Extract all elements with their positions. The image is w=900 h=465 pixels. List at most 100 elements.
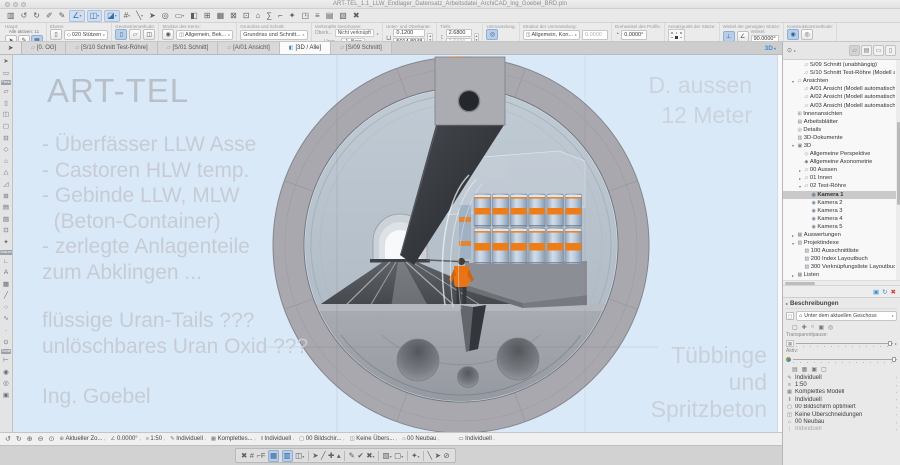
dropdown[interactable]: ◫Allgemein, Bek...▸ — [176, 30, 233, 40]
project-chooser-icon[interactable]: ⊙ — [787, 47, 792, 54]
home-story-icon[interactable]: ⌂ — [254, 10, 263, 22]
save-view-icon[interactable]: ▣ — [873, 288, 879, 296]
quick-option-row[interactable]: ✎Individuell› — [786, 374, 897, 381]
panel-toggle-icon[interactable]: ▥ — [5, 10, 17, 22]
grid-icon[interactable]: # — [250, 451, 254, 460]
snap-guides-icon[interactable]: ◫▾ — [87, 10, 103, 22]
tree-item[interactable]: ◇Allgemeine Perspektive — [783, 150, 900, 158]
mode-icon-button[interactable]: ◎ — [801, 29, 813, 40]
project-map-icon[interactable]: ▱ — [849, 45, 860, 56]
tree-hscrollbar[interactable] — [783, 280, 900, 285]
tool-section-icon[interactable]: ⊢ — [3, 355, 9, 367]
arrange-icon[interactable]: ▧ — [337, 10, 349, 22]
tree-item[interactable]: ▤Arbeitsblätter — [783, 118, 900, 126]
mode-icon-button[interactable]: ▯ — [115, 29, 127, 40]
linked-story-row[interactable]: Oberk...Nicht verknüpft▸ — [315, 29, 379, 37]
value-field[interactable]: 0.0000° — [621, 30, 647, 40]
cursor-icon[interactable]: ➤ — [312, 451, 318, 460]
tool-point-icon[interactable]: · — [5, 325, 7, 337]
dropdown[interactable]: ◇020 Stützen▸ — [64, 30, 108, 40]
tool-slab-icon[interactable]: ◇ — [4, 144, 9, 156]
snap-options-icon[interactable]: ◫▾ — [295, 451, 304, 460]
marquee-tool-icon[interactable]: ▭▾ — [173, 10, 187, 22]
layout-d-icon[interactable]: ▢ — [821, 366, 827, 373]
delete-view-icon[interactable]: ✖ — [891, 288, 896, 296]
add-point-icon[interactable]: ✚ — [328, 451, 334, 460]
quick-option-row[interactable]: ▦Komplettes Modell› — [786, 389, 897, 396]
tool-fill-icon[interactable]: ▩ — [3, 279, 9, 291]
tool-morph-icon[interactable]: ◿ — [4, 179, 9, 191]
tool-stair-icon[interactable]: ⊞ — [3, 191, 8, 203]
dropdown[interactable]: ◫Allgemein, Kon...▸ — [523, 30, 580, 40]
tree-item[interactable]: ▱S/09 Schnitt (unabhängig) — [783, 61, 900, 69]
quick-option-row[interactable]: ◫Keine Überschneidungen› — [786, 411, 897, 418]
tool-shell-icon[interactable]: △ — [4, 167, 9, 179]
measure-icon[interactable]: ⌐ — [276, 10, 285, 22]
slash-icon[interactable]: ╲ — [428, 451, 433, 460]
anchor-point-grid[interactable] — [668, 29, 686, 42]
quick-option-row[interactable]: ▢00 Bildschirm optimiert› — [786, 404, 897, 411]
tool-mesh-icon[interactable]: ▨ — [3, 214, 9, 226]
statusbar-entry[interactable]: ‖Individuell› — [261, 436, 294, 442]
model-viewport[interactable]: ▪▪▪▪ ART-TEL - Überfässer LLW Asse- Cast… — [13, 55, 782, 432]
snap-points-icon[interactable]: ◪▾ — [104, 10, 120, 22]
dropdown[interactable]: Grundriss und Schnitt...▸ — [240, 30, 308, 40]
tool-elevation-icon[interactable]: ◉ — [3, 367, 9, 379]
tree-item[interactable]: ▾▣3D — [783, 142, 900, 150]
value-field[interactable]: 90.0000° — [751, 35, 779, 42]
tab-5[interactable]: ◧[3D / Alle] — [280, 42, 331, 54]
tree-item[interactable]: ▾▱02 Test-Röhre — [783, 182, 900, 190]
coords-icon[interactable]: ▥ — [282, 450, 293, 462]
tool-marquee-icon[interactable]: ▭ — [3, 68, 9, 80]
tree-item[interactable]: ▱A/02 Ansicht (Modell automatisch wieder… — [783, 93, 900, 101]
tree-item[interactable]: ◉Kamera 2 — [783, 199, 900, 207]
fit-view-icon[interactable]: ⊙ — [49, 435, 55, 443]
refresh-view-icon[interactable]: ↻ — [882, 288, 887, 296]
confirm-icon[interactable]: ✔ — [357, 451, 363, 460]
value-field[interactable]: 0.0000 — [582, 30, 608, 40]
tree-item[interactable]: ▨300 Verknüpfungsliste Layoutbuch — [783, 263, 900, 271]
copy-icon[interactable]: ▣ — [818, 324, 824, 331]
statusbar-entry[interactable]: ▢00 Bildschir...› — [299, 436, 344, 442]
active-color-icon[interactable] — [786, 357, 791, 362]
quick-option-row[interactable]: ≡1:50› — [786, 381, 897, 388]
ghost-frame-icon[interactable]: ▢ — [792, 324, 798, 331]
view-chooser-button[interactable]: 3D ▾ — [759, 42, 782, 54]
descriptions-section[interactable]: ▸ Beschreibungen — [786, 299, 897, 309]
transparency-slider[interactable] — [796, 340, 893, 348]
groups-icon[interactable]: ◳ — [299, 10, 311, 22]
tree-item[interactable]: ◉Kamera 3 — [783, 207, 900, 215]
tree-item[interactable]: ◉Kamera 5 — [783, 223, 900, 231]
trowel-mode-button[interactable]: ▦ — [31, 35, 43, 42]
mode-icon-button[interactable]: ◎ — [486, 29, 498, 40]
relative-coords-icon[interactable]: ⌐F — [256, 451, 265, 460]
tool-object-icon[interactable]: ✦ — [3, 237, 8, 249]
tracker-icon[interactable]: ▦ — [268, 450, 279, 462]
tree-item[interactable]: ▱A/01 Ansicht (Modell automatisch wieder… — [783, 85, 900, 93]
tool-detail-icon[interactable]: ▣ — [3, 390, 9, 402]
cancel-icon[interactable]: ✖ — [241, 451, 247, 460]
zoom-out-icon[interactable]: ⊖ — [38, 435, 44, 443]
layout-map-icon[interactable]: ▭ — [873, 45, 884, 56]
tree-item[interactable]: ▸▦Listen — [783, 271, 900, 279]
tree-item[interactable]: ▨100 Ausschnittliste — [783, 247, 900, 255]
tree-item[interactable]: ▱S/10 Schnitt Test-Röhre (Modell automat… — [783, 69, 900, 77]
publisher-icon[interactable]: ▯ — [885, 45, 896, 56]
up-icon[interactable]: ▴ — [337, 451, 341, 460]
tree-item[interactable]: ▱A/03 Ansicht (Modell automatisch wieder… — [783, 101, 900, 109]
tilt-mode-button[interactable]: ⊥ — [723, 31, 735, 42]
mode-icon-button[interactable]: ◫ — [143, 29, 155, 40]
tree-item[interactable]: ▨200 Index Layoutbuch — [783, 255, 900, 263]
tool-beam-icon[interactable]: ⊟ — [3, 133, 8, 145]
tab-3[interactable]: ▱[S/01 Schnitt] — [158, 42, 219, 54]
edit-icon[interactable]: ✎ — [349, 451, 355, 460]
mode-icon-button[interactable]: ◉ — [787, 29, 799, 40]
statusbar-entry[interactable]: ≡1:50› — [146, 436, 165, 442]
snap-angle-icon[interactable]: ╲▾ — [134, 10, 145, 22]
tree-scrollbar[interactable] — [896, 60, 900, 280]
explore-icon[interactable]: ↻ — [16, 435, 22, 443]
tree-item[interactable]: ▥3D-Dokumente — [783, 134, 900, 142]
tool-figure-icon[interactable]: ⊙ — [3, 337, 8, 349]
tree-item[interactable]: ▸▦Auswertungen — [783, 231, 900, 239]
statusbar-entry[interactable]: ⌂00 Neubau› — [402, 436, 439, 442]
